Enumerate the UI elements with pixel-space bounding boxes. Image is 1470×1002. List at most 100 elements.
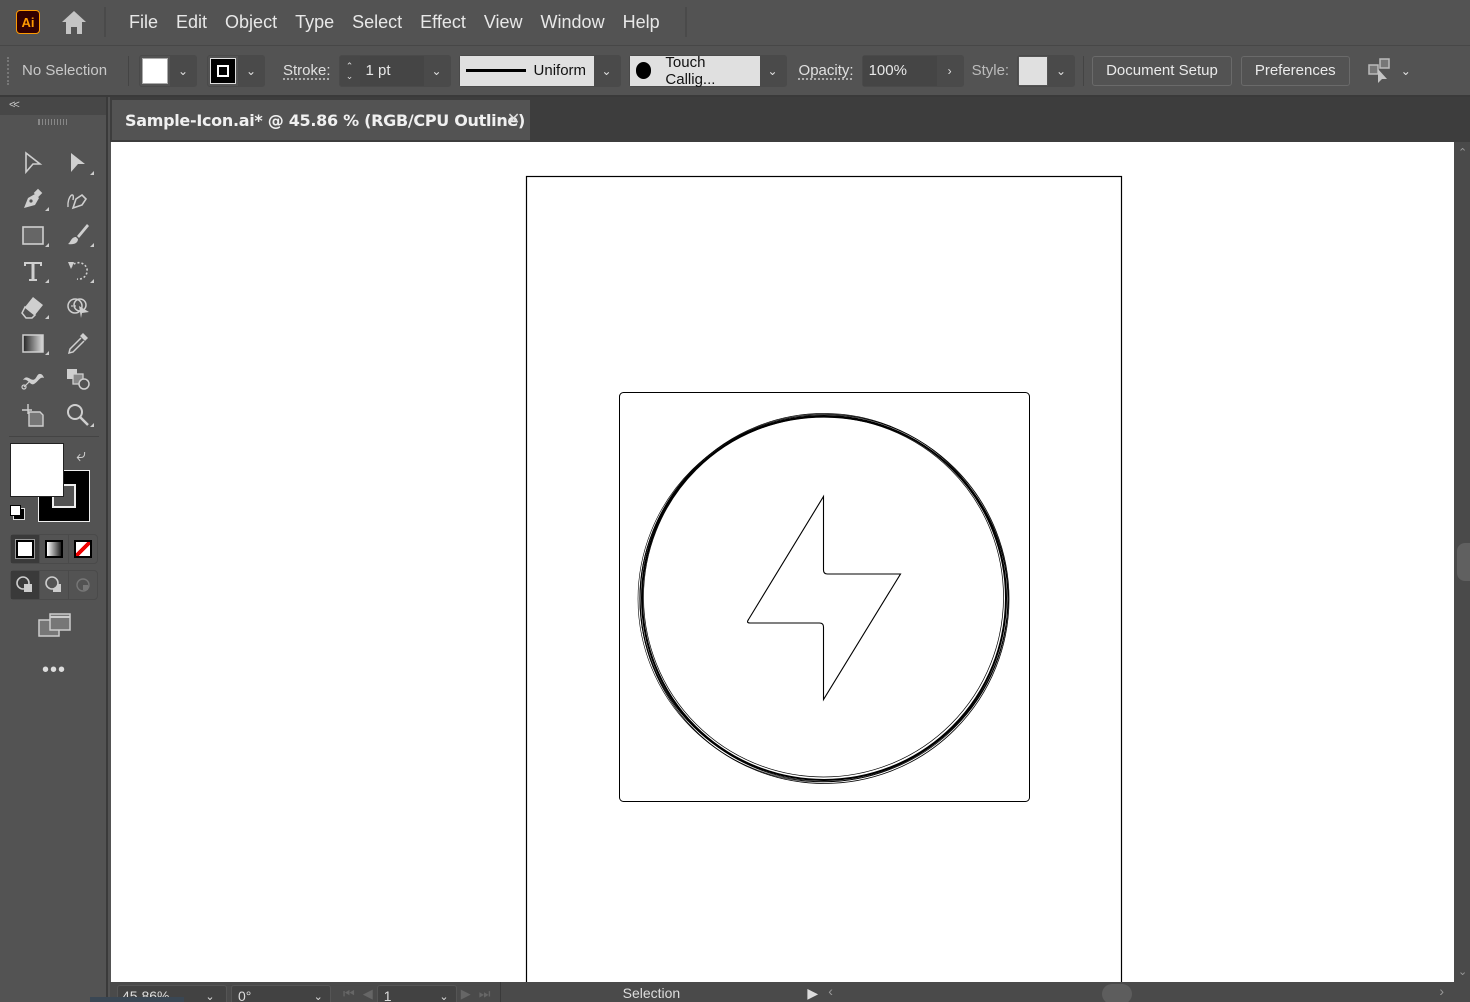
style-dropdown[interactable]: ⌄ bbox=[1048, 55, 1075, 86]
fill-dropdown[interactable]: ⌄ bbox=[170, 55, 196, 86]
gradient-button[interactable] bbox=[40, 535, 69, 563]
menu-edit[interactable]: Edit bbox=[167, 0, 216, 44]
menu-view[interactable]: View bbox=[475, 0, 532, 44]
rectangle-tool[interactable] bbox=[10, 217, 55, 253]
menu-type[interactable]: Type bbox=[286, 0, 343, 44]
rotation-control[interactable]: 0° ⌄ bbox=[231, 985, 331, 1002]
swap-fill-stroke-icon[interactable]: ⤶ bbox=[76, 445, 86, 466]
stepper-arrows[interactable]: ⌃ ⌄ bbox=[340, 61, 360, 81]
scroll-up-icon[interactable]: ⌃ bbox=[1458, 146, 1467, 159]
variable-width-profile[interactable]: Uniform ⌄ bbox=[458, 54, 621, 87]
last-artboard-icon[interactable]: ⏭ bbox=[479, 986, 491, 1002]
menu-effect[interactable]: Effect bbox=[411, 0, 475, 44]
next-artboard-icon[interactable]: ▶ bbox=[461, 986, 471, 1002]
paintbrush-tool[interactable] bbox=[55, 217, 100, 253]
artboard-navigation[interactable]: 1 ⌄ bbox=[376, 985, 457, 1002]
vertical-scrollbar[interactable]: ⌃ ⌄ bbox=[1454, 142, 1470, 982]
rotate-tool[interactable] bbox=[55, 253, 100, 289]
opacity-expand[interactable]: › bbox=[936, 55, 963, 86]
horizontal-scrollbar[interactable]: ‹ › bbox=[828, 982, 1470, 1002]
menu-help[interactable]: Help bbox=[614, 0, 669, 44]
none-button[interactable] bbox=[69, 535, 97, 563]
menu-select[interactable]: Select bbox=[343, 0, 411, 44]
width-tool[interactable] bbox=[10, 361, 55, 397]
artboard[interactable] bbox=[525, 175, 1123, 983]
pen-tool[interactable] bbox=[10, 181, 55, 217]
stroke-label[interactable]: Stroke: bbox=[283, 62, 331, 79]
close-tab-icon[interactable]: ✕ bbox=[507, 109, 520, 128]
canvas[interactable] bbox=[111, 142, 1454, 982]
magnifier-icon bbox=[66, 404, 89, 426]
stroke-dropdown[interactable]: ⌄ bbox=[238, 55, 264, 86]
gradient-tool[interactable] bbox=[10, 325, 55, 361]
status-bar: 45.86% ⌄ 0° ⌄ ⏮ ◀ 1 ⌄ ▶ ⏭ Selection ▶ ‹ … bbox=[110, 982, 1470, 1002]
scroll-left-icon[interactable]: ‹ bbox=[828, 983, 833, 999]
stroke-swatch[interactable] bbox=[210, 57, 236, 84]
chevron-right-icon: › bbox=[947, 63, 952, 78]
color-button[interactable] bbox=[11, 535, 40, 563]
draw-behind-button[interactable] bbox=[40, 571, 69, 599]
opacity-control[interactable]: 100% › bbox=[861, 54, 964, 87]
type-tool[interactable] bbox=[10, 253, 55, 289]
fill-swatch[interactable] bbox=[142, 57, 168, 84]
profile-label: Uniform bbox=[533, 62, 587, 79]
document-tab[interactable]: Sample-Icon.ai* @ 45.86 % (RGB/CPU Outli… bbox=[112, 100, 530, 140]
stroke-weight-input[interactable]: 1 pt bbox=[359, 55, 424, 86]
edit-toolbar-button[interactable]: ••• bbox=[42, 659, 66, 682]
puppet-warp-tool[interactable] bbox=[55, 289, 100, 325]
horizontal-scroll-thumb[interactable] bbox=[1102, 984, 1133, 1002]
tools-panel-grip[interactable] bbox=[0, 115, 106, 129]
artboard-tool[interactable] bbox=[10, 397, 55, 433]
opacity-input[interactable]: 100% bbox=[862, 55, 937, 86]
stroke-weight-stepper[interactable]: ⌃ ⌄ 1 pt ⌄ bbox=[338, 54, 451, 87]
document-setup-button[interactable]: Document Setup bbox=[1092, 55, 1232, 86]
chevron-down-icon[interactable]: ⌄ bbox=[346, 71, 354, 81]
stroke-weight-dropdown[interactable]: ⌄ bbox=[423, 55, 450, 86]
chevron-down-icon[interactable]: ⌄ bbox=[307, 990, 330, 1002]
scroll-down-icon[interactable]: ⌄ bbox=[1458, 965, 1467, 978]
collapse-panel-button[interactable]: << bbox=[0, 97, 106, 115]
rectangle-icon bbox=[21, 226, 44, 245]
previous-artboard-icon[interactable]: ◀ bbox=[363, 986, 373, 1002]
chevron-down-icon[interactable]: ⌄ bbox=[432, 990, 455, 1002]
preferences-button[interactable]: Preferences bbox=[1240, 55, 1350, 86]
scroll-right-icon[interactable]: › bbox=[1439, 983, 1444, 999]
brush-dropdown[interactable]: ⌄ bbox=[759, 55, 786, 86]
profile-dropdown[interactable]: ⌄ bbox=[593, 55, 620, 86]
selection-tool[interactable] bbox=[10, 145, 55, 181]
menu-window[interactable]: Window bbox=[532, 0, 614, 44]
home-button[interactable] bbox=[60, 8, 88, 36]
chevron-down-icon[interactable]: ⌄ bbox=[198, 990, 222, 1002]
stroke-control[interactable]: ⌄ bbox=[207, 54, 265, 87]
draw-normal-button[interactable] bbox=[11, 571, 40, 599]
eyedropper-tool[interactable] bbox=[55, 325, 100, 361]
default-fill-stroke-icon[interactable] bbox=[10, 505, 28, 523]
chevron-down-icon[interactable]: ⌄ bbox=[1401, 64, 1411, 78]
direct-selection-tool[interactable] bbox=[55, 145, 100, 181]
screen-mode-button[interactable] bbox=[38, 612, 72, 643]
paintbrush-icon bbox=[67, 224, 89, 245]
chevron-up-icon[interactable]: ⌃ bbox=[346, 61, 354, 71]
style-control[interactable]: ⌄ bbox=[1017, 54, 1076, 87]
eraser-tool[interactable] bbox=[10, 289, 55, 325]
arrange-documents-button[interactable]: ⌄ bbox=[1367, 57, 1411, 85]
draw-inside-button[interactable] bbox=[69, 571, 97, 599]
menu-file[interactable]: File bbox=[120, 0, 167, 44]
fill-color-box[interactable] bbox=[10, 443, 64, 497]
brush-definition[interactable]: Touch Callig... ⌄ bbox=[628, 54, 787, 88]
menu-object[interactable]: Object bbox=[216, 0, 286, 44]
artwork-svg bbox=[525, 175, 1123, 983]
zoom-tool[interactable] bbox=[55, 397, 100, 433]
status-menu-arrow-icon[interactable]: ▶ bbox=[807, 985, 818, 1002]
rotation-input[interactable]: 0° bbox=[238, 988, 307, 1002]
artboard-number-input[interactable]: 1 bbox=[384, 988, 433, 1002]
opacity-label[interactable]: Opacity: bbox=[799, 62, 854, 79]
curvature-tool[interactable] bbox=[55, 181, 100, 217]
shape-builder-tool[interactable] bbox=[55, 361, 100, 397]
vertical-scroll-thumb[interactable] bbox=[1457, 543, 1470, 581]
style-swatch[interactable] bbox=[1019, 56, 1048, 85]
first-artboard-icon[interactable]: ⏮ bbox=[343, 986, 355, 1002]
fill-control[interactable]: ⌄ bbox=[139, 54, 197, 87]
artboard-icon bbox=[21, 404, 44, 427]
control-bar-grip[interactable] bbox=[7, 56, 9, 85]
